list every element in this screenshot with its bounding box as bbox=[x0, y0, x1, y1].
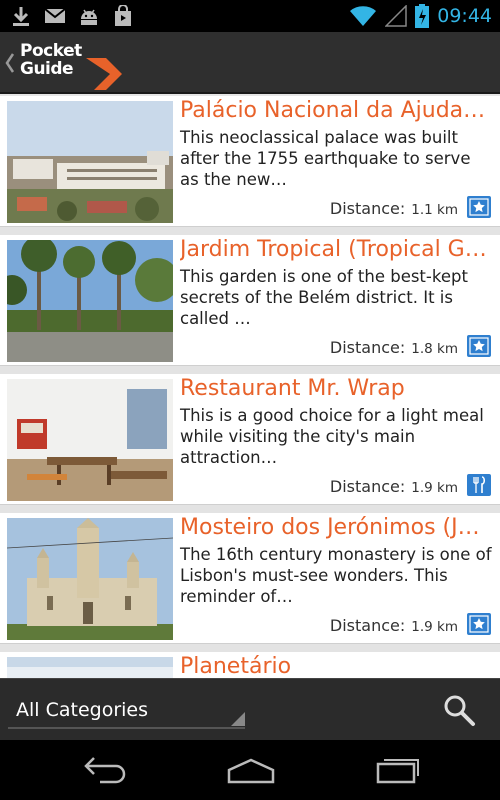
poi-distance: Distance: 1.9 km bbox=[330, 477, 458, 496]
poi-title[interactable]: Palácio Nacional da Ajuda (… bbox=[180, 98, 492, 123]
star-icon bbox=[467, 196, 491, 218]
distance-label: Distance: bbox=[329, 477, 406, 496]
list-item[interactable]: Palácio Nacional da Ajuda (… This neocla… bbox=[0, 96, 500, 227]
list-item[interactable]: Mosteiro dos Jerónimos (Je… The 16th cen… bbox=[0, 513, 500, 644]
logo-line2: Guide bbox=[20, 59, 74, 79]
poi-distance: Distance: 1.1 km bbox=[330, 199, 458, 218]
poi-thumbnail bbox=[7, 240, 173, 362]
download-icon bbox=[13, 7, 29, 26]
list-item[interactable]: Planetário bbox=[0, 652, 500, 678]
poi-thumbnail bbox=[7, 657, 173, 678]
poi-description: This neoclassical palace was built after… bbox=[180, 128, 471, 189]
search-icon[interactable] bbox=[442, 693, 476, 727]
distance-value: 1.8 km bbox=[411, 341, 458, 357]
poi-distance: Distance: 1.9 km bbox=[330, 616, 458, 635]
wifi-icon bbox=[350, 6, 377, 26]
recents-icon[interactable] bbox=[372, 754, 422, 786]
distance-label: Distance: bbox=[329, 338, 406, 357]
distance-value: 1.1 km bbox=[411, 202, 458, 218]
distance-label: Distance: bbox=[329, 616, 406, 635]
poi-description: This garden is one of the best-kept secr… bbox=[180, 267, 468, 328]
android-icon bbox=[81, 9, 97, 25]
up-chevron-icon[interactable] bbox=[4, 52, 16, 74]
category-select-value: All Categories bbox=[16, 699, 149, 721]
logo-arrow-icon bbox=[86, 58, 122, 90]
dropdown-triangle-icon bbox=[231, 712, 245, 726]
poi-title[interactable]: Restaurant Mr. Wrap bbox=[180, 376, 492, 401]
action-bar: Pocket Guide bbox=[0, 32, 500, 94]
poi-thumbnail bbox=[7, 101, 173, 223]
status-bar: 09:44 bbox=[0, 0, 500, 32]
bottom-filter-bar: All Categories bbox=[0, 678, 500, 740]
poi-thumbnail bbox=[7, 379, 173, 501]
system-nav-bar bbox=[0, 740, 500, 800]
poi-title[interactable]: Mosteiro dos Jerónimos (Je… bbox=[180, 515, 492, 540]
back-icon[interactable] bbox=[80, 754, 130, 786]
distance-label: Distance: bbox=[329, 199, 406, 218]
distance-value: 1.9 km bbox=[411, 480, 458, 496]
poi-list[interactable]: Palácio Nacional da Ajuda (… This neocla… bbox=[0, 96, 500, 678]
poi-distance: Distance: 1.8 km bbox=[330, 338, 458, 357]
poi-description: The 16th century monastery is one of Lis… bbox=[180, 545, 492, 606]
poi-description: This is a good choice for a light meal w… bbox=[180, 406, 484, 467]
list-item[interactable]: Jardim Tropical (Tropical Ga… This garde… bbox=[0, 235, 500, 366]
home-icon[interactable] bbox=[226, 754, 276, 786]
logo-text: Pocket Guide bbox=[20, 42, 82, 78]
status-time: 09:44 bbox=[437, 5, 492, 27]
star-icon bbox=[467, 613, 491, 635]
battery-charging-icon bbox=[415, 4, 430, 28]
distance-value: 1.9 km bbox=[411, 619, 458, 635]
gmail-icon bbox=[44, 8, 66, 23]
shopping-bag-icon bbox=[115, 5, 131, 26]
poi-thumbnail bbox=[7, 518, 173, 640]
poi-title[interactable]: Planetário bbox=[180, 654, 492, 678]
star-icon bbox=[467, 335, 491, 357]
list-item[interactable]: Restaurant Mr. Wrap This is a good choic… bbox=[0, 374, 500, 505]
logo-line1: Pocket bbox=[20, 41, 82, 61]
poi-title[interactable]: Jardim Tropical (Tropical Ga… bbox=[180, 237, 492, 262]
category-select[interactable]: All Categories bbox=[8, 689, 245, 729]
fork-knife-icon bbox=[467, 474, 491, 496]
signal-icon bbox=[385, 5, 407, 27]
